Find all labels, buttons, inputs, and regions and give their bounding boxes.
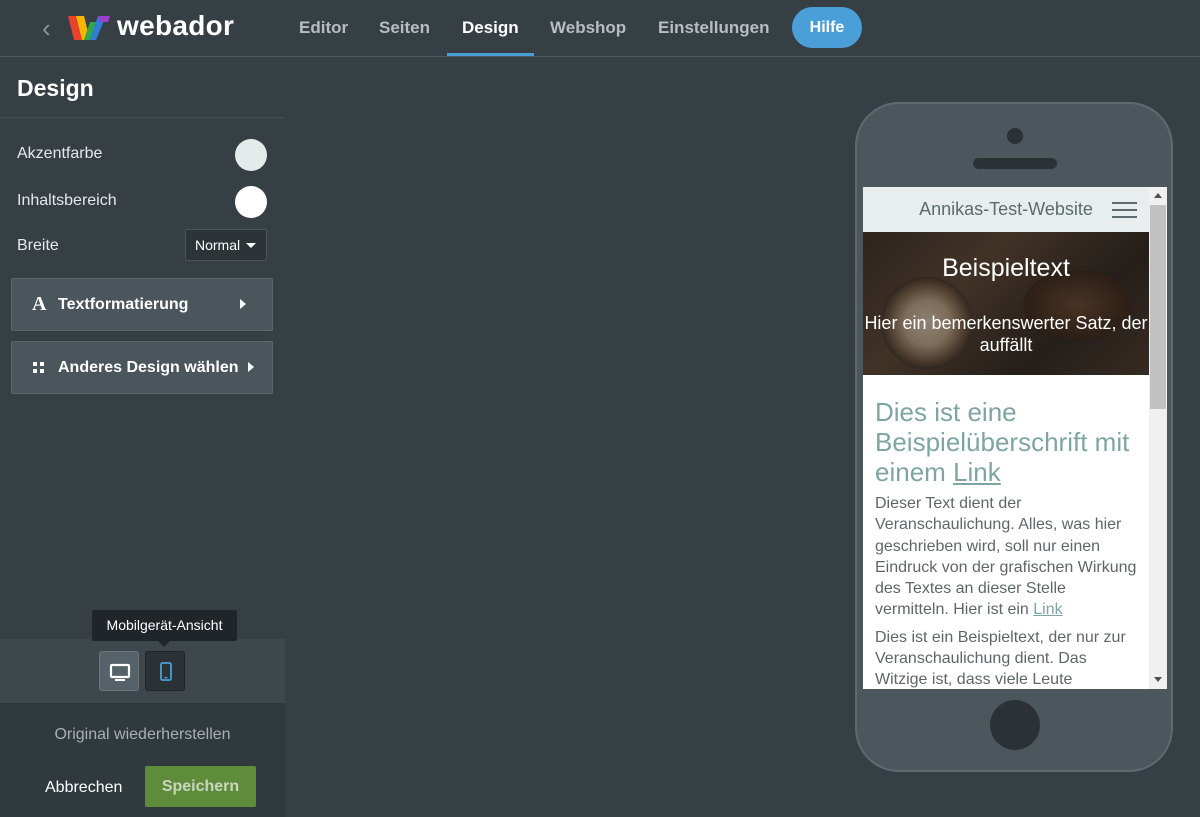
caret-down-icon	[246, 243, 256, 248]
sidebar-divider	[0, 117, 285, 118]
text-formatting-button[interactable]: A Textformatierung	[11, 278, 273, 331]
chevron-right-icon	[248, 362, 254, 372]
preview-hero-subtitle[interactable]: Hier ein bemerkenswerter Satz, der auffä…	[863, 312, 1149, 356]
help-button[interactable]: Hilfe	[792, 7, 862, 48]
width-select-value: Normal	[195, 237, 241, 253]
hamburger-menu-icon[interactable]	[1112, 202, 1137, 218]
mobile-preview-frame: Annikas-Test-Website Beispieltext Hier e…	[855, 102, 1173, 772]
choose-other-design-button[interactable]: Anderes Design wählen	[11, 341, 273, 394]
preview-screen[interactable]: Annikas-Test-Website Beispieltext Hier e…	[863, 187, 1167, 689]
text-format-icon: A	[32, 293, 47, 315]
preview-paragraph-1[interactable]: Dieser Text dient der Veranschaulichung.…	[875, 493, 1143, 621]
back-chevron-icon[interactable]: ‹	[42, 15, 62, 41]
preview-content: Dies ist eine Beispielüberschrift mit ei…	[875, 397, 1143, 689]
save-button[interactable]: Speichern	[145, 766, 256, 807]
desktop-view-button[interactable]	[99, 651, 139, 691]
mobile-view-tooltip: Mobilgerät-Ansicht	[92, 610, 237, 647]
preview-scrollbar-thumb[interactable]	[1150, 205, 1166, 409]
preview-paragraph-link[interactable]: Link	[1033, 601, 1062, 618]
preview-paragraph-2[interactable]: Dies ist ein Beispieltext, der nur zur V…	[875, 627, 1143, 689]
preview-site-name[interactable]: Annikas-Test-Website	[863, 199, 1149, 220]
view-toggle-bar	[0, 639, 285, 703]
phone-speaker	[973, 158, 1057, 169]
webador-logo-icon	[68, 16, 110, 40]
content-area-color-swatch[interactable]	[235, 186, 267, 218]
nav-editor[interactable]: Editor	[299, 0, 348, 56]
preview-hero-banner: Beispieltext Hier ein bemerkenswerter Sa…	[863, 232, 1149, 375]
sidebar-footer: Original wiederherstellen Abbrechen Spei…	[0, 703, 285, 817]
scroll-down-arrow-icon[interactable]	[1154, 677, 1162, 682]
nav-design[interactable]: Design	[447, 0, 534, 56]
cancel-button[interactable]: Abbrechen	[45, 779, 122, 797]
choose-other-design-label: Anderes Design wählen	[58, 359, 239, 376]
phone-home-button	[990, 700, 1040, 750]
restore-original-link[interactable]: Original wiederherstellen	[0, 726, 285, 744]
top-bar: ‹ webador Editor Seiten Design Webshop E…	[0, 0, 1200, 57]
preview-site-header: Annikas-Test-Website	[863, 187, 1149, 232]
mobile-phone-icon	[160, 662, 172, 681]
text-formatting-label: Textformatierung	[58, 296, 189, 313]
preview-heading-link[interactable]: Link	[953, 457, 1001, 487]
preview-heading[interactable]: Dies ist eine Beispielüberschrift mit ei…	[875, 397, 1143, 487]
content-area-label: Inhaltsbereich	[17, 192, 117, 209]
preview-hero-title[interactable]: Beispieltext	[863, 254, 1149, 283]
accent-color-swatch[interactable]	[235, 139, 267, 171]
desktop-icon	[109, 663, 131, 681]
grid-icon	[33, 362, 45, 374]
width-select[interactable]: Normal	[185, 229, 267, 261]
phone-camera	[1007, 128, 1023, 144]
mobile-view-button[interactable]	[145, 651, 185, 691]
nav-seiten[interactable]: Seiten	[379, 0, 430, 56]
nav-einstellungen[interactable]: Einstellungen	[658, 0, 769, 56]
sidebar-title: Design	[17, 75, 94, 101]
scroll-up-arrow-icon[interactable]	[1154, 193, 1162, 198]
nav-webshop[interactable]: Webshop	[550, 0, 626, 56]
accent-color-label: Akzentfarbe	[17, 145, 103, 162]
chevron-right-icon	[240, 299, 246, 309]
width-label: Breite	[17, 237, 59, 254]
logo-text: webador	[117, 10, 235, 41]
design-sidebar: Design Akzentfarbe Inhaltsbereich Breite…	[0, 57, 285, 817]
